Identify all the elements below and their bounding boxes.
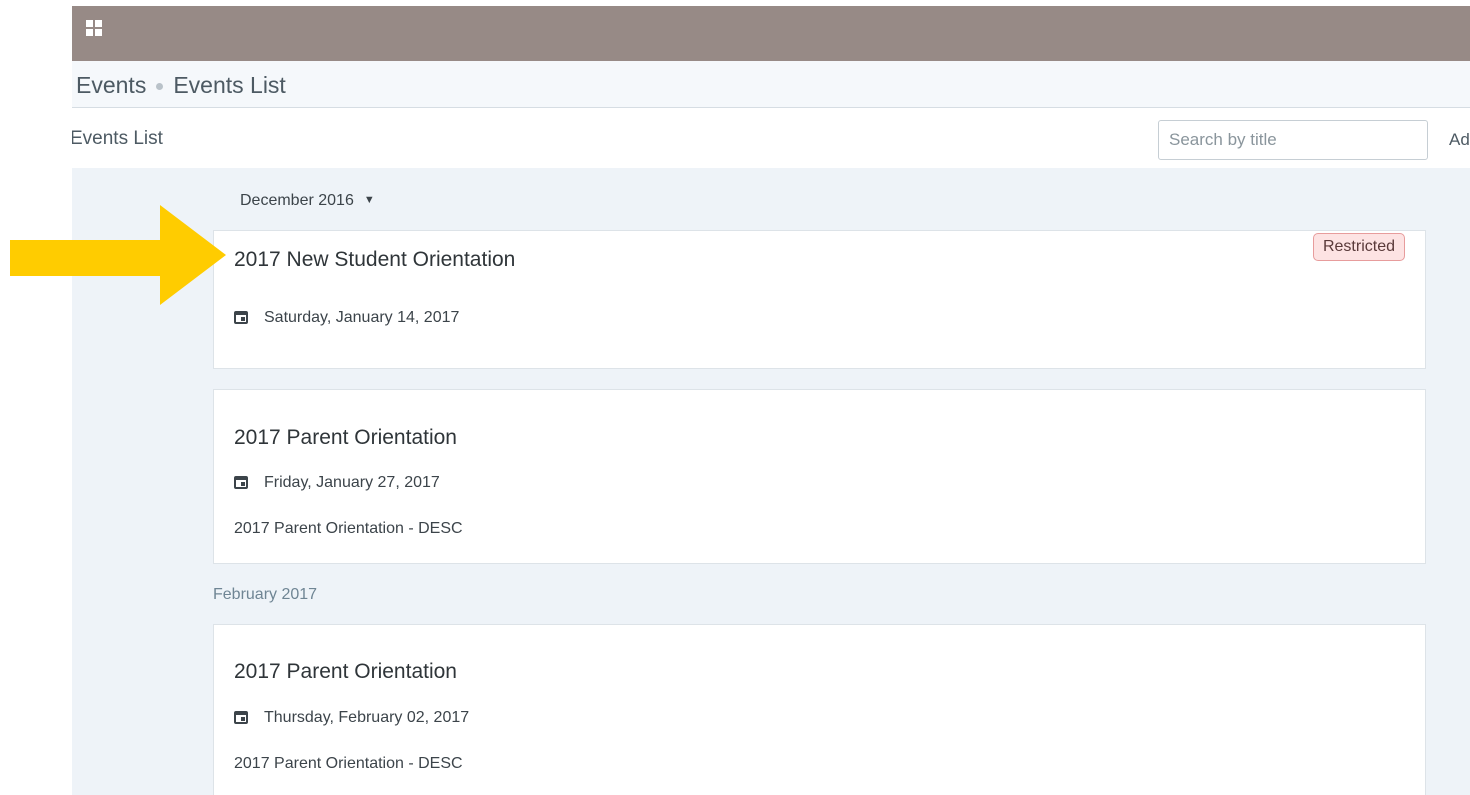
top-bar [72, 6, 1470, 61]
page-header: Events List Ad [72, 108, 1470, 168]
breadcrumb-current: Events List [173, 72, 286, 98]
event-card-new-student-orientation[interactable]: 2017 New Student Orientation Restricted … [213, 230, 1426, 369]
event-title: 2017 New Student Orientation [234, 248, 516, 271]
event-title: 2017 Parent Orientation [234, 426, 457, 449]
event-date: Saturday, January 14, 2017 [234, 309, 459, 327]
apps-grid-icon[interactable] [86, 20, 102, 36]
page-title: Events List [72, 128, 163, 149]
calendar-icon [234, 711, 248, 724]
calendar-icon [234, 476, 248, 489]
search-input[interactable] [1158, 120, 1428, 160]
restricted-badge: Restricted [1312, 233, 1405, 261]
event-description: 2017 Parent Orientation - DESC [234, 755, 463, 772]
event-date-text: Thursday, February 02, 2017 [264, 709, 470, 726]
month-filter-dropdown[interactable]: December 2016 ▼ [240, 192, 375, 210]
caret-down-icon: ▼ [363, 194, 375, 206]
yellow-pointer-arrow-icon [10, 205, 226, 305]
add-event-link[interactable]: Ad [1449, 130, 1470, 150]
breadcrumb-bar: Events Events List [72, 61, 1470, 108]
event-date-text: Friday, January 27, 2017 [264, 474, 440, 491]
breadcrumb: Events Events List [76, 72, 286, 99]
event-card-parent-orientation-jan[interactable]: 2017 Parent Orientation Friday, January … [213, 389, 1426, 564]
calendar-icon [234, 311, 248, 324]
event-date: Friday, January 27, 2017 [234, 474, 440, 492]
event-date: Thursday, February 02, 2017 [234, 709, 469, 727]
event-date-text: Saturday, January 14, 2017 [264, 309, 460, 326]
breadcrumb-events-link[interactable]: Events [76, 72, 146, 98]
month-group-label: February 2017 [213, 586, 318, 603]
event-card-parent-orientation-feb[interactable]: 2017 Parent Orientation Thursday, Februa… [213, 624, 1426, 795]
event-title: 2017 Parent Orientation [234, 660, 457, 683]
app-window: Events Events List Events List Ad Decembe… [72, 6, 1470, 795]
event-description: 2017 Parent Orientation - DESC [234, 520, 463, 537]
month-filter-value: December 2016 [240, 192, 354, 209]
breadcrumb-separator-dot [156, 83, 164, 91]
